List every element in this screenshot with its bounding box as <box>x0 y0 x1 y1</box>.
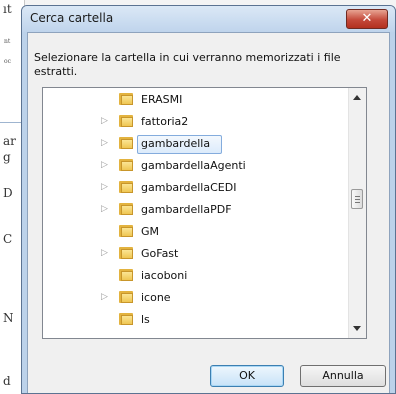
folder-icon <box>119 225 133 237</box>
background-text-fragment: ıt <box>3 2 12 16</box>
folder-tree[interactable]: ERASMI ▷ fattoria2 ▷ gambardella ▷ gambardella… <box>42 87 367 339</box>
scroll-up-icon[interactable] <box>353 95 361 100</box>
tree-item-label: ERASMI <box>141 93 183 106</box>
ok-button[interactable]: OK <box>210 365 284 387</box>
folder-icon <box>119 93 133 105</box>
background-text-fragment: oc <box>4 58 11 65</box>
tree-item-label: iacoboni <box>141 269 188 282</box>
tree-item[interactable]: ▷ gambardella <box>43 134 348 154</box>
instruction-text: Selezionare la cartella in cui verranno … <box>34 51 341 78</box>
cancel-button[interactable]: Annulla <box>300 365 386 387</box>
tree-item-label: GM <box>141 225 160 238</box>
scroll-down-icon[interactable] <box>353 326 361 331</box>
tree-item-label: gambardella <box>141 137 211 150</box>
folder-icon <box>119 159 133 171</box>
expander-arrow-icon[interactable]: ▷ <box>101 292 111 302</box>
close-icon: ✕ <box>361 11 373 26</box>
folder-icon <box>119 269 133 281</box>
grip-line <box>355 202 360 203</box>
tree-item[interactable]: ▷ fattoria2 <box>43 112 348 132</box>
dialog-titlebar[interactable]: Cerca cartella ✕ <box>22 6 395 32</box>
tree-item[interactable]: ▷ icone <box>43 288 348 308</box>
expander-arrow-icon[interactable]: ▷ <box>101 204 111 214</box>
background-text-fragment: g <box>3 150 11 164</box>
folder-icon <box>119 137 133 149</box>
expander-arrow-icon[interactable]: ▷ <box>101 248 111 258</box>
browse-folder-dialog: Cerca cartella ✕ Selezionare la cartella… <box>21 5 396 394</box>
tree-item-label: ls <box>141 313 150 326</box>
tree-item[interactable]: GM <box>43 222 348 242</box>
expander-arrow-icon[interactable]: ▷ <box>101 138 111 148</box>
tree-item[interactable]: iacoboni <box>43 266 348 286</box>
dialog-body: Selezionare la cartella in cui verranno … <box>27 32 390 393</box>
tree-item[interactable]: ▷ GoFast <box>43 244 348 264</box>
close-button[interactable]: ✕ <box>346 9 388 29</box>
grip-line <box>355 199 360 200</box>
grip-line <box>355 196 360 197</box>
tree-item-label: fattoria2 <box>141 115 189 128</box>
vertical-scrollbar[interactable] <box>348 88 366 338</box>
tree-item[interactable]: ▷ gambardellaPDF <box>43 200 348 220</box>
tree-item-label: gambardellaAgenti <box>141 159 246 172</box>
tree-item[interactable]: ▷ gambardellaAgenti <box>43 156 348 176</box>
scroll-thumb[interactable] <box>351 189 363 209</box>
folder-icon <box>119 181 133 193</box>
expander-arrow-icon[interactable]: ▷ <box>101 182 111 192</box>
expander-arrow-icon[interactable]: ▷ <box>101 160 111 170</box>
tree-item[interactable]: ▷ gambardellaCEDI <box>43 178 348 198</box>
background-text-fragment: nt <box>4 38 11 45</box>
expander-arrow-icon[interactable]: ▷ <box>101 116 111 126</box>
tree-item-label: GoFast <box>141 247 179 260</box>
folder-icon <box>119 247 133 259</box>
tree-item-label: gambardellaPDF <box>141 203 232 216</box>
tree-item[interactable]: ERASMI <box>43 90 348 110</box>
tree-item[interactable]: ls <box>43 310 348 330</box>
background-text-fragment: D <box>3 186 13 200</box>
dialog-title: Cerca cartella <box>30 11 114 25</box>
background-text-fragment: ar <box>3 134 16 148</box>
tree-item-label: gambardellaCEDI <box>141 181 237 194</box>
background-text-fragment: d <box>3 374 11 388</box>
folder-icon <box>119 203 133 215</box>
background-text-fragment: C <box>3 232 13 246</box>
folder-icon <box>119 313 133 325</box>
background-text-fragment: N <box>3 311 14 325</box>
tree-item-label: icone <box>141 291 171 304</box>
folder-icon <box>119 291 133 303</box>
folder-icon <box>119 115 133 127</box>
